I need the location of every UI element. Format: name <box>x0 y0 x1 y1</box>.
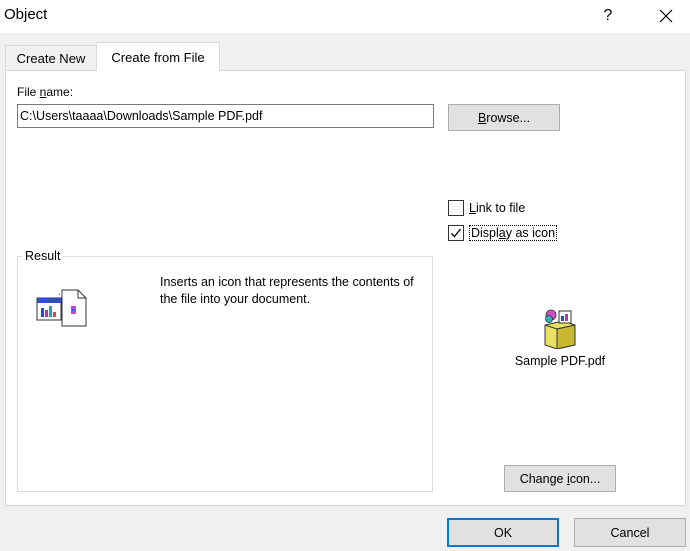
icon-caption: Sample PDF.pdf <box>514 354 606 368</box>
package-icon <box>544 309 576 349</box>
tab-label: Create New <box>16 50 86 66</box>
tab-label: Create from File <box>111 49 205 65</box>
link-to-file-label: Link to file <box>469 201 526 215</box>
close-button[interactable] <box>643 0 689 31</box>
title-bar: Object ? <box>0 0 690 33</box>
ok-button[interactable]: OK <box>447 518 559 547</box>
tab-create-from-file[interactable]: Create from File <box>96 42 220 71</box>
file-name-input[interactable] <box>17 104 434 128</box>
change-icon-button[interactable]: Change icon... <box>504 465 616 492</box>
browse-button[interactable]: Browse... <box>448 104 560 131</box>
display-as-icon-checkbox[interactable] <box>448 225 464 241</box>
help-button[interactable]: ? <box>585 0 631 31</box>
window-title: Object <box>4 6 48 23</box>
checkmark-icon <box>451 228 462 238</box>
result-description: Inserts an icon that represents the cont… <box>160 275 414 306</box>
help-icon: ? <box>603 6 613 24</box>
display-as-icon-option[interactable]: Display as icon <box>448 225 558 241</box>
file-name-label: File name: <box>17 85 74 99</box>
link-to-file-checkbox[interactable] <box>448 200 464 216</box>
change-icon-label: Change icon... <box>519 471 601 486</box>
cancel-button[interactable]: Cancel <box>574 518 686 547</box>
result-illustration-icon <box>36 289 87 327</box>
close-icon <box>659 9 673 22</box>
ok-label: OK <box>493 525 513 540</box>
cancel-label: Cancel <box>610 525 650 540</box>
browse-label: Browse... <box>477 110 531 125</box>
tab-create-new[interactable]: Create New <box>5 45 97 70</box>
display-as-icon-label: Display as icon <box>469 225 558 241</box>
link-to-file-option[interactable]: Link to file <box>448 200 525 216</box>
result-legend: Result <box>22 249 64 263</box>
tab-strip: Create New Create from File <box>0 33 690 71</box>
